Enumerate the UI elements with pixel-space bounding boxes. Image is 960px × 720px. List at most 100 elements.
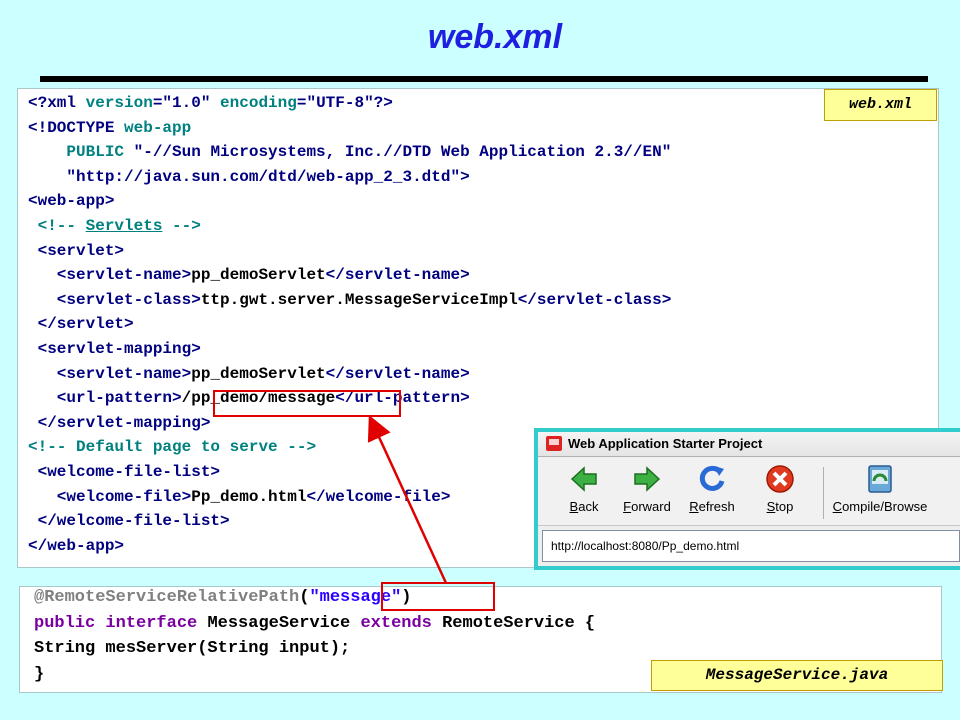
xml-code-token: </servlet> [28,315,134,334]
xml-code-token: <!DOCTYPE [28,118,125,137]
xml-code-token [28,143,66,161]
xml-code-token: </welcome-file> [306,487,451,506]
xml-code-token: <!-- Default page to serve --> [28,438,317,457]
toolbar-separator [823,467,824,519]
xml-code-token: <welcome-file-list> [28,463,221,481]
xml-code-token: UTF-8 [316,94,365,112]
xml-code-token: <web-app> [28,192,115,211]
browser-window-title: Web Application Starter Project [568,436,763,451]
xml-code-line: <web-app> [28,189,114,213]
java-file-label: MessageService.java [651,660,943,691]
stop-button-label: Stop [766,499,794,514]
xml-code-token: web-app [124,118,192,137]
xml-code-token: --> [162,217,201,235]
xml-code-token: <?xml [28,94,86,112]
xml-code-token: </welcome-file-list> [28,512,230,531]
refresh-button[interactable]: Refresh [682,463,742,514]
forward-arrow-icon [634,466,661,492]
xml-code-token: "?> [364,94,393,112]
java-code-token: RemoteService { [442,613,596,633]
forward-button[interactable]: Forward [614,463,680,514]
browser-window: Web Application Starter Project Back For… [534,428,960,570]
java-code-line: public interface MessageService extends … [34,611,595,636]
xml-code-token: </servlet-name> [325,364,470,383]
page-title: web.xml [427,18,563,56]
xml-code-line: <servlet-mapping> [28,337,201,361]
java-code-token: public interface [34,613,208,633]
gwt-app-icon [546,436,562,451]
compile-browse-icon [868,465,892,493]
java-code-token: } [34,664,45,684]
xml-code-token: ttp.gwt.server.MessageServiceImpl [200,290,518,309]
java-code-token: ( [299,588,310,607]
xml-code-token: <servlet-class> [28,290,201,309]
xml-code-line: </web-app> [28,534,124,558]
java-code-line: } [34,662,44,687]
browser-toolbar: Back Forward Refresh Stop Compile/Browse [538,457,960,526]
stop-icon [766,465,794,493]
back-button-label: Back [569,499,599,514]
xml-code-line: <welcome-file>Pp_demo.html</welcome-file… [28,485,451,509]
xml-code-line: <servlet-name>pp_demoServlet</servlet-na… [28,362,470,386]
xml-code-line: </welcome-file-list> [28,509,230,533]
forward-button-label: Forward [623,499,671,514]
xml-code-token: Pp_demo.html [191,487,307,506]
xml-code-token: <!-- [28,217,86,235]
xml-code-token: pp_demoServlet [191,266,326,285]
xml-code-token: =" [296,94,317,112]
xml-code-token: </servlet-mapping> [28,413,211,432]
xml-code-token: </servlet-class> [517,290,672,309]
refresh-button-label: Refresh [689,499,735,514]
xml-code-token: "http://java.sun.com/dtd/web-app_2_3.dtd… [66,167,461,186]
xml-code-token: <url-pattern> [28,389,182,408]
xml-code-token: </web-app> [28,536,125,555]
xml-code-token: <servlet-name> [28,364,192,383]
back-arrow-icon [570,466,597,492]
xml-code-token: <servlet-name> [28,266,192,285]
xml-code-line: </servlet-mapping> [28,411,211,435]
browser-titlebar: Web Application Starter Project [538,432,960,457]
xml-code-token: <welcome-file> [28,487,192,506]
address-bar[interactable]: http://localhost:8080/Pp_demo.html [542,530,960,562]
xml-code-line: PUBLIC "-//Sun Microsystems, Inc.//DTD W… [28,140,671,164]
message-path-highlight [381,582,495,611]
xml-code-line: <?xml version="1.0" encoding="UTF-8"?> [28,91,393,115]
xml-code-token: <servlet-mapping> [28,340,201,358]
xml-code-token: encoding [220,94,297,112]
xml-code-token: version [85,94,153,112]
xml-code-line: <!DOCTYPE web-app [28,116,191,140]
xml-code-line: <!-- Default page to serve --> [28,435,316,459]
refresh-icon [699,465,725,491]
back-button[interactable]: Back [556,463,612,514]
java-code-line: @RemoteServiceRelativePath("message") [34,585,411,610]
compile-browse-button[interactable]: Compile/Browse [830,463,930,514]
java-code-token: @RemoteServiceRelativePath [34,588,300,607]
java-code-token: MessageService [207,613,361,633]
xml-code-token [28,168,66,186]
xml-code-line: <servlet> [28,239,124,263]
title-divider [40,76,928,82]
xml-code-token: pp_demoServlet [191,364,326,383]
xml-code-token: "-//Sun Microsystems, Inc.//DTD Web Appl… [133,143,672,162]
xml-code-token: =" [152,94,173,112]
xml-code-line: <!-- Servlets --> [28,214,201,238]
url-pattern-highlight [213,390,401,417]
xml-code-line: <servlet-class>ttp.gwt.server.MessageSer… [28,288,672,312]
stop-button[interactable]: Stop [754,463,806,514]
xml-code-line: <welcome-file-list> [28,460,220,484]
xml-code-line: </servlet> [28,312,134,336]
xml-code-line: "http://java.sun.com/dtd/web-app_2_3.dtd… [28,165,470,189]
xml-code-token: Servlets [85,217,163,235]
xml-code-token: " [200,94,221,112]
web-xml-file-label: web.xml [824,89,937,121]
xml-code-token: <servlet> [28,241,125,260]
java-code-line: String mesServer(String input); [34,636,350,661]
xml-code-token: 1.0 [172,94,201,112]
java-code-token: String mesServer(String input); [34,639,351,658]
java-code-token: extends [360,613,443,633]
compile-browse-button-label: Compile/Browse [832,499,928,514]
xml-code-token: </servlet-name> [325,266,470,285]
xml-code-line: <servlet-name>pp_demoServlet</servlet-na… [28,263,470,287]
xml-code-token: > [460,167,470,186]
xml-code-token: PUBLIC [66,143,134,162]
